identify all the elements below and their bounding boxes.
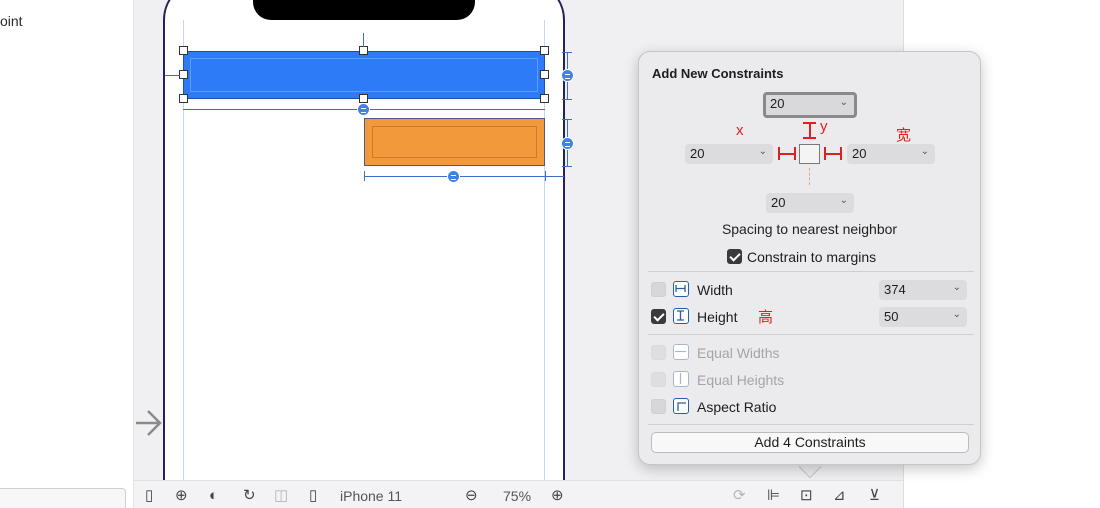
- constraint-line: [364, 171, 365, 181]
- trailing-strut[interactable]: [824, 153, 841, 155]
- annotation-y: y: [820, 118, 828, 135]
- constraint-line: [562, 119, 572, 120]
- zoom-in-icon[interactable]: ⊕: [551, 486, 564, 506]
- width-value-field[interactable]: 374 ⌄: [879, 280, 967, 300]
- appearance-icon[interactable]: ◐: [209, 486, 218, 506]
- chevron-down-icon: ⌄: [952, 282, 961, 293]
- zoom-out-icon[interactable]: ⊖: [465, 486, 478, 506]
- leading-strut-cap: [794, 147, 796, 160]
- top-spacing-field[interactable]: 20 ⌄: [763, 92, 857, 118]
- constraint-line: [363, 33, 364, 47]
- embed-in-icon[interactable]: ⊻: [869, 486, 880, 506]
- width-checkbox[interactable]: [651, 282, 666, 297]
- height-checkbox[interactable]: [651, 309, 666, 324]
- entry-point-arrow-icon: [136, 410, 162, 436]
- resize-handle[interactable]: [179, 94, 188, 103]
- chevron-down-icon: ⌄: [920, 146, 929, 157]
- phone-notch: [253, 0, 475, 20]
- chevron-down-icon: ⌄: [758, 146, 767, 157]
- bottom-spacing-field[interactable]: 20 ⌄: [766, 193, 854, 213]
- selected-view-blue[interactable]: [183, 51, 545, 99]
- constraint-line: [545, 171, 546, 181]
- height-value-field[interactable]: 50 ⌄: [879, 307, 967, 327]
- constraint-line: [562, 166, 572, 167]
- split-view-icon: ◫: [274, 487, 289, 504]
- annotation-width: 宽: [896, 127, 912, 144]
- trailing-strut-cap: [840, 147, 842, 160]
- resize-handle[interactable]: [540, 70, 549, 79]
- leading-spacing-field[interactable]: 20 ⌄: [685, 144, 773, 164]
- equal-heights-label: Equal Heights: [697, 372, 785, 388]
- aspect-ratio-checkbox[interactable]: [651, 399, 666, 414]
- equal-heights-checkbox: [651, 372, 666, 387]
- divider: [648, 424, 974, 425]
- resize-handle[interactable]: [359, 46, 368, 55]
- resolve-issues-icon[interactable]: ⊿: [833, 486, 846, 506]
- constraint-line: [562, 52, 572, 53]
- constraint-badge[interactable]: [447, 170, 460, 183]
- trailing-spacing-field[interactable]: 20 ⌄: [847, 144, 935, 164]
- constraint-line: [364, 176, 564, 177]
- equal-widths-checkbox: [651, 345, 666, 360]
- constrain-margins-label: Constrain to margins: [747, 249, 877, 265]
- add-constraints-button[interactable]: Add 4 Constraints: [651, 432, 969, 453]
- sidebar-toggle-icon[interactable]: ▯: [145, 486, 153, 506]
- zoom-level: 75%: [503, 488, 532, 504]
- navigator-sidebar: oint: [0, 0, 134, 508]
- constrain-margins-checkbox[interactable]: [727, 249, 742, 264]
- annotation-x: x: [736, 122, 744, 139]
- aspect-ratio-label: Aspect Ratio: [697, 399, 777, 415]
- sidebar-item-label[interactable]: oint: [0, 13, 23, 29]
- device-name[interactable]: iPhone 11: [340, 488, 402, 504]
- top-strut-cap: [803, 137, 816, 139]
- spacing-caption: Spacing to nearest neighbor: [721, 221, 898, 237]
- divider: [648, 334, 974, 335]
- height-label: Height: [697, 309, 738, 325]
- equal-widths-label: Equal Widths: [697, 345, 780, 361]
- resize-handle[interactable]: [179, 46, 188, 55]
- popover-title: Add New Constraints: [652, 66, 784, 81]
- resize-handle[interactable]: [540, 46, 549, 55]
- chevron-down-icon: ⌄: [839, 195, 848, 206]
- chevron-down-icon: ⌄: [952, 309, 961, 320]
- aspect-ratio-icon: [673, 398, 689, 414]
- constraint-line: [562, 99, 572, 100]
- bottom-strut[interactable]: [809, 168, 810, 185]
- align-icon[interactable]: ⊫: [767, 486, 780, 506]
- view-placeholder-box: [799, 144, 820, 164]
- constraint-badge[interactable]: [561, 69, 574, 82]
- accessibility-icon[interactable]: ⊕: [175, 486, 188, 506]
- height-constraint-icon: [673, 308, 689, 324]
- equal-widths-icon: [673, 344, 689, 360]
- constraint-line: [165, 75, 180, 76]
- constraint-badge[interactable]: [357, 103, 370, 116]
- equal-heights-icon: [673, 371, 689, 387]
- resize-handle[interactable]: [540, 94, 549, 103]
- top-strut[interactable]: [809, 123, 811, 138]
- annotation-height: 高: [758, 309, 774, 326]
- device-icon[interactable]: ▯: [309, 486, 317, 506]
- view-orange[interactable]: [364, 118, 545, 166]
- update-frames-icon: ⟳: [733, 487, 746, 504]
- resize-handle[interactable]: [359, 94, 368, 103]
- constraint-badge[interactable]: [561, 137, 574, 150]
- trailing-strut-cap: [824, 147, 826, 160]
- orientation-icon[interactable]: ↻: [243, 486, 256, 506]
- chevron-down-icon: ⌄: [839, 97, 848, 108]
- width-label: Width: [697, 282, 733, 298]
- add-constraints-icon[interactable]: ⊡: [800, 486, 813, 506]
- width-constraint-icon: [673, 281, 689, 297]
- divider: [648, 271, 974, 272]
- leading-strut-cap: [778, 147, 780, 160]
- resize-handle[interactable]: [179, 70, 188, 79]
- top-strut-cap: [803, 122, 816, 124]
- sidebar-filter-bar[interactable]: [0, 488, 126, 508]
